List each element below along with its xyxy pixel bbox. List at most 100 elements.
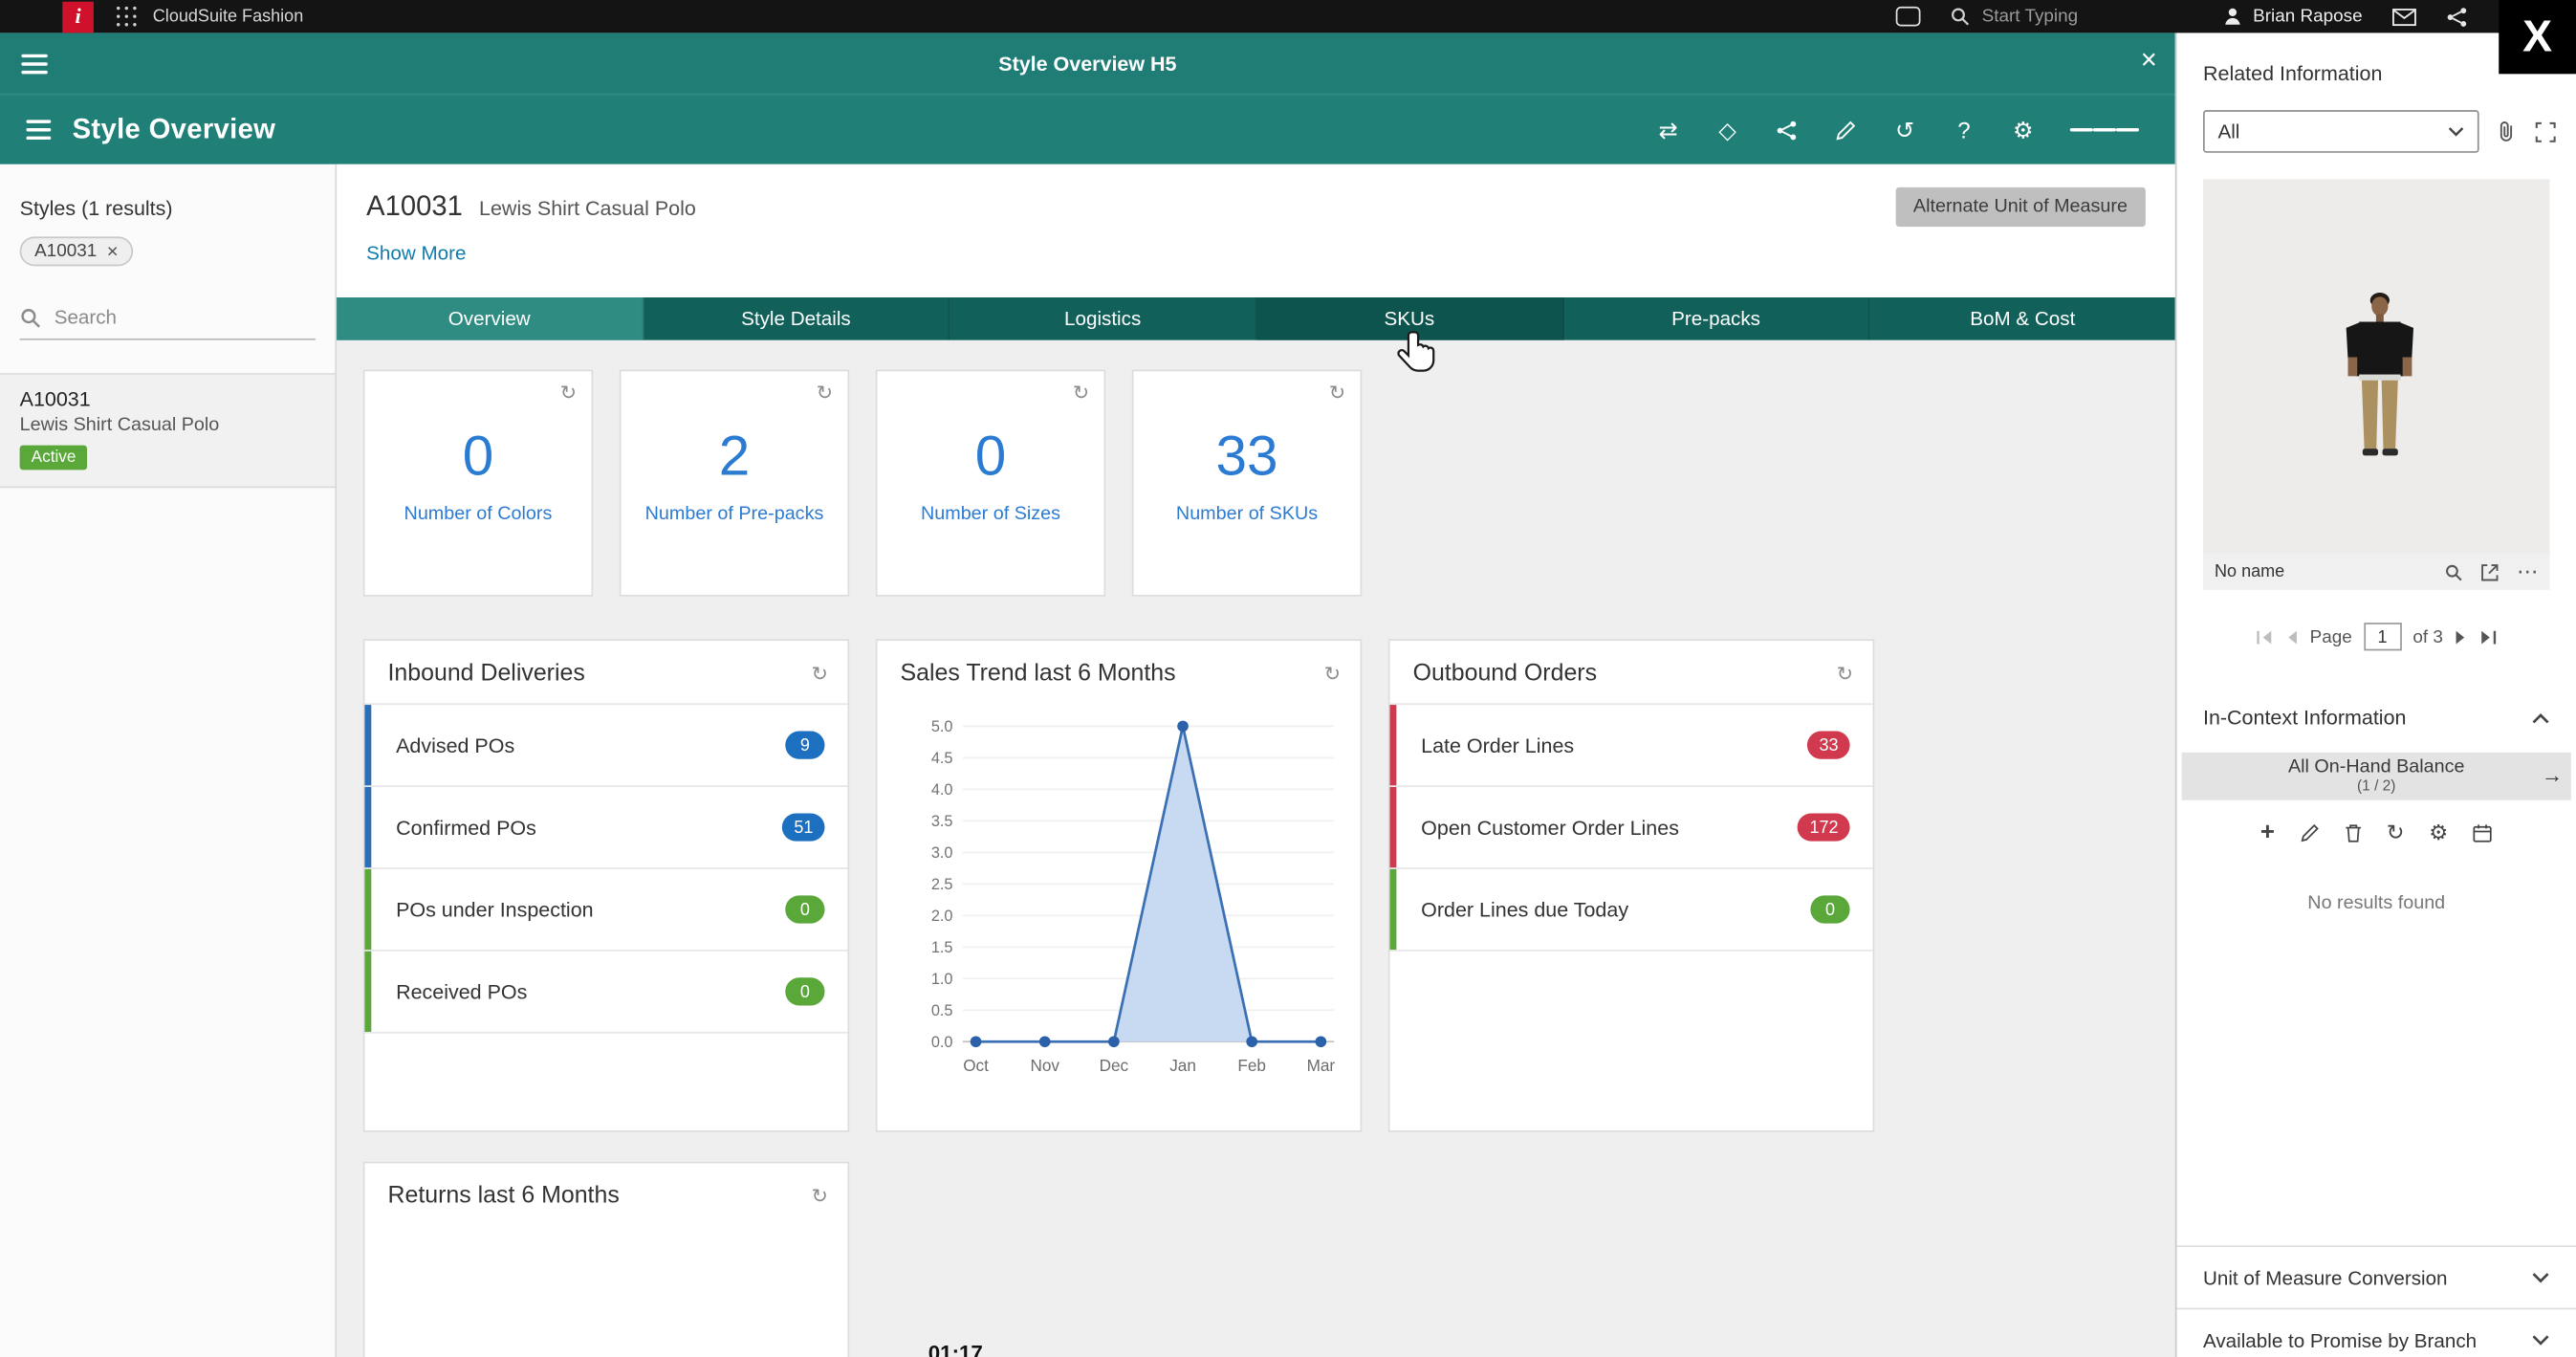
fullscreen-icon[interactable]: [2535, 120, 2556, 142]
svg-text:3.5: 3.5: [931, 813, 953, 830]
filter-chip-label: A10031: [34, 242, 97, 262]
user-name: Brian Rapose: [2253, 7, 2363, 27]
row-order-lines-due-today[interactable]: Order Lines due Today 0: [1390, 869, 1873, 952]
delete-icon[interactable]: [2344, 822, 2362, 843]
svg-text:Oct: Oct: [963, 1056, 989, 1075]
count-badge: 51: [782, 813, 824, 841]
calendar-icon[interactable]: [2473, 822, 2493, 843]
image-caption: No name: [2215, 562, 2427, 582]
next-page-icon[interactable]: [2455, 628, 2468, 645]
alternate-uom-button[interactable]: Alternate Unit of Measure: [1895, 187, 2146, 227]
page-label: Page: [2310, 626, 2352, 646]
search-icon: [20, 306, 41, 327]
display-icon[interactable]: [1896, 7, 1921, 27]
app-grid-icon[interactable]: [117, 7, 137, 27]
page-input[interactable]: [2364, 623, 2402, 650]
settings-gear-icon[interactable]: ⚙: [2429, 821, 2448, 843]
add-icon[interactable]: +: [2260, 820, 2275, 844]
tab-skus[interactable]: SKUs: [1256, 297, 1563, 340]
style-item-name: Lewis Shirt Casual Polo: [20, 416, 316, 436]
last-page-icon[interactable]: [2479, 628, 2498, 645]
diamond-icon[interactable]: ◇: [1715, 116, 1740, 143]
refresh-icon[interactable]: ↻: [1073, 383, 1089, 403]
sales-trend-card: Sales Trend last 6 Months ↻ 0.00.51.01.5…: [876, 639, 1363, 1131]
refresh-icon[interactable]: ↻: [560, 383, 577, 403]
section-uom-conversion[interactable]: Unit of Measure Conversion: [2176, 1247, 2576, 1309]
sidebar-search[interactable]: Search: [20, 306, 316, 340]
menu-icon[interactable]: [21, 49, 47, 78]
row-confirmed-pos[interactable]: Confirmed POs 51: [364, 787, 847, 869]
arrow-right-icon[interactable]: →: [2542, 764, 2563, 785]
row-open-customer-order-lines[interactable]: Open Customer Order Lines 172: [1390, 787, 1873, 869]
image-preview-icon[interactable]: [2445, 562, 2463, 580]
row-pos-under-inspection[interactable]: POs under Inspection 0: [364, 869, 847, 952]
refresh-icon[interactable]: ↻: [1329, 383, 1345, 403]
sidebar-results-header: Styles (1 results): [20, 197, 336, 220]
refresh-icon[interactable]: ↻: [1324, 664, 1341, 684]
chip-close-icon[interactable]: ×: [107, 242, 119, 262]
overflow-menu-icon[interactable]: [2070, 123, 2139, 137]
in-context-header: In-Context Information: [2203, 707, 2550, 730]
row-color-bar: [364, 952, 371, 1032]
share-icon[interactable]: [1775, 120, 1800, 141]
kpi-number-of-skus: ↻ 33 Number of SKUs: [1132, 370, 1363, 597]
drawer-menu-icon[interactable]: [26, 115, 51, 144]
refresh-icon[interactable]: ↻: [817, 383, 833, 403]
open-external-icon[interactable]: [2480, 562, 2499, 580]
global-search[interactable]: Start Typing: [1951, 7, 2194, 27]
tab-style-details[interactable]: Style Details: [644, 297, 950, 340]
refresh-icon[interactable]: ↻: [812, 664, 828, 684]
kpi-number-of-sizes: ↻ 0 Number of Sizes: [876, 370, 1106, 597]
global-search-placeholder: Start Typing: [1982, 7, 2079, 27]
close-overlay-button[interactable]: X: [2499, 0, 2576, 74]
related-filter-value: All: [2217, 120, 2239, 142]
refresh-icon[interactable]: ↻: [1837, 664, 1853, 684]
count-badge: 33: [1807, 732, 1849, 759]
style-item-code: A10031: [20, 387, 316, 410]
tab-bom-cost[interactable]: BoM & Cost: [1870, 297, 2175, 340]
row-advised-pos[interactable]: Advised POs 9: [364, 705, 847, 787]
settings-gear-icon[interactable]: ⚙: [2011, 116, 2036, 143]
chevron-down-icon: [2532, 1334, 2550, 1346]
first-page-icon[interactable]: [2256, 628, 2274, 645]
user-icon: [2223, 7, 2243, 27]
no-results-message: No results found: [2176, 894, 2576, 914]
related-filter-select[interactable]: All: [2203, 110, 2479, 153]
row-late-order-lines[interactable]: Late Order Lines 33: [1390, 705, 1873, 787]
more-options-icon[interactable]: ⋯: [2517, 558, 2538, 584]
help-icon[interactable]: ?: [1952, 117, 1976, 142]
tab-pre-packs[interactable]: Pre-packs: [1563, 297, 1870, 340]
chevron-down-icon: [2448, 126, 2464, 136]
kpi-label: Number of Colors: [364, 504, 591, 524]
refresh-icon[interactable]: ↻: [812, 1186, 828, 1206]
related-info-title: Related Information: [2203, 62, 2550, 85]
mail-icon[interactable]: [2392, 8, 2417, 26]
tab-overview[interactable]: Overview: [337, 297, 644, 340]
attachment-icon[interactable]: [2498, 120, 2518, 142]
refresh-icon[interactable]: ↻: [2387, 821, 2405, 843]
edit-icon[interactable]: [2300, 822, 2320, 843]
style-list-item[interactable]: A10031 Lewis Shirt Casual Polo Active: [0, 373, 335, 488]
history-icon[interactable]: ↺: [1892, 116, 1917, 143]
search-icon: [1951, 7, 1971, 27]
filter-chip[interactable]: A10031 ×: [20, 236, 133, 266]
svg-text:Jan: Jan: [1169, 1056, 1196, 1075]
svg-text:2.0: 2.0: [931, 908, 953, 925]
show-more-link[interactable]: Show More: [366, 242, 466, 265]
tab-logistics[interactable]: Logistics: [950, 297, 1257, 340]
section-atp-by-branch[interactable]: Available to Promise by Branch: [2176, 1309, 2576, 1357]
prev-page-icon[interactable]: [2285, 628, 2299, 645]
user-menu[interactable]: Brian Rapose: [2223, 7, 2362, 27]
main-content: A10031 Lewis Shirt Casual Polo Show More…: [337, 164, 2175, 1357]
share-icon[interactable]: [2446, 6, 2467, 27]
window-title-bar: Style Overview H5 ×: [0, 33, 2175, 94]
in-context-selected-item[interactable]: All On-Hand Balance (1 / 2) →: [2182, 753, 2571, 800]
chevron-up-icon[interactable]: [2532, 712, 2550, 724]
infor-logo: i: [62, 1, 94, 33]
window-close-icon[interactable]: ×: [2141, 46, 2157, 74]
row-received-pos[interactable]: Received POs 0: [364, 952, 847, 1034]
timestamp-overlay: 01:17: [928, 1341, 983, 1357]
edit-icon[interactable]: [1833, 120, 1858, 141]
swap-icon[interactable]: ⇄: [1656, 116, 1681, 143]
chevron-down-icon: [2532, 1272, 2550, 1283]
